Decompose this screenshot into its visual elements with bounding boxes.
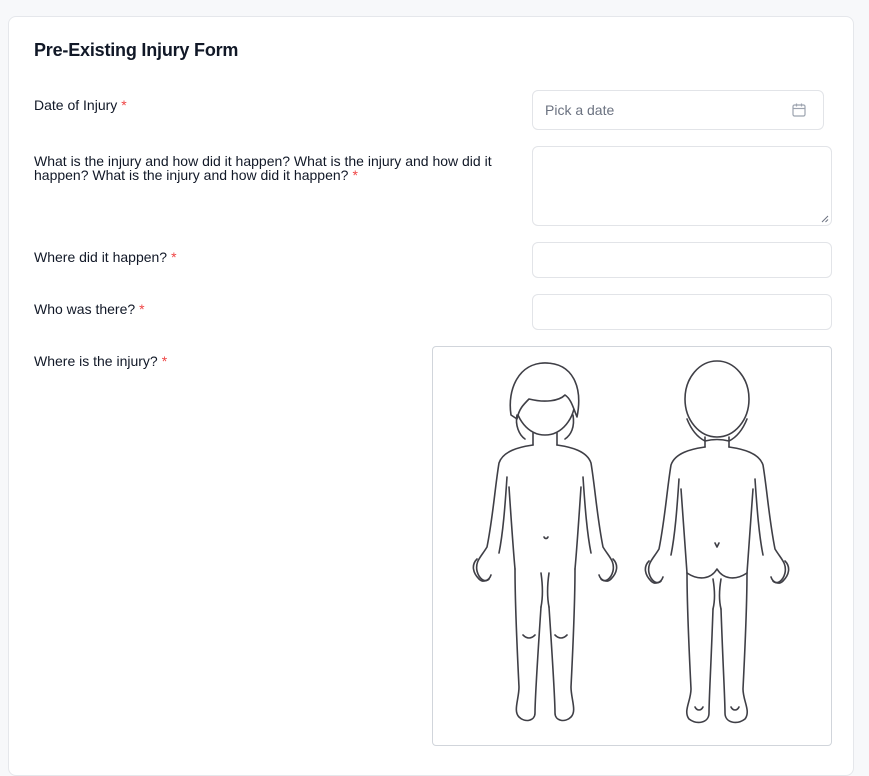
resize-grip-icon[interactable] <box>821 215 829 223</box>
required-marker: * <box>161 353 168 369</box>
injury-description-textarea[interactable] <box>532 146 832 226</box>
injury-location-label: Where is the injury? * <box>34 354 167 368</box>
injury-description-label: What is the injury and how did it happen… <box>34 154 522 182</box>
injury-description-label-text: What is the injury and how did it happen… <box>34 153 492 183</box>
injury-form-card: Pre-Existing Injury Form Date of Injury *… <box>8 16 854 776</box>
date-of-injury-label-text: Date of Injury <box>34 97 118 113</box>
where-happened-label-text: Where did it happen? <box>34 249 168 265</box>
calendar-icon <box>792 103 806 117</box>
who-was-there-input[interactable] <box>532 294 832 330</box>
body-diagram-canvas[interactable] <box>432 346 832 746</box>
date-of-injury-label: Date of Injury * <box>34 98 127 112</box>
who-was-there-label-text: Who was there? <box>34 301 136 317</box>
required-marker: * <box>139 301 145 317</box>
body-back-figure <box>644 360 790 724</box>
required-marker: * <box>171 249 177 265</box>
where-happened-label: Where did it happen? * <box>34 250 177 264</box>
required-marker: * <box>121 97 127 113</box>
form-title: Pre-Existing Injury Form <box>34 40 239 60</box>
date-of-injury-picker[interactable]: Pick a date <box>532 90 824 130</box>
body-front-figure <box>472 362 618 722</box>
date-placeholder: Pick a date <box>545 102 615 118</box>
where-happened-input[interactable] <box>532 242 832 278</box>
who-was-there-label: Who was there? * <box>34 302 145 316</box>
required-marker: * <box>352 167 358 183</box>
injury-location-label-text: Where is the injury? <box>34 353 158 369</box>
